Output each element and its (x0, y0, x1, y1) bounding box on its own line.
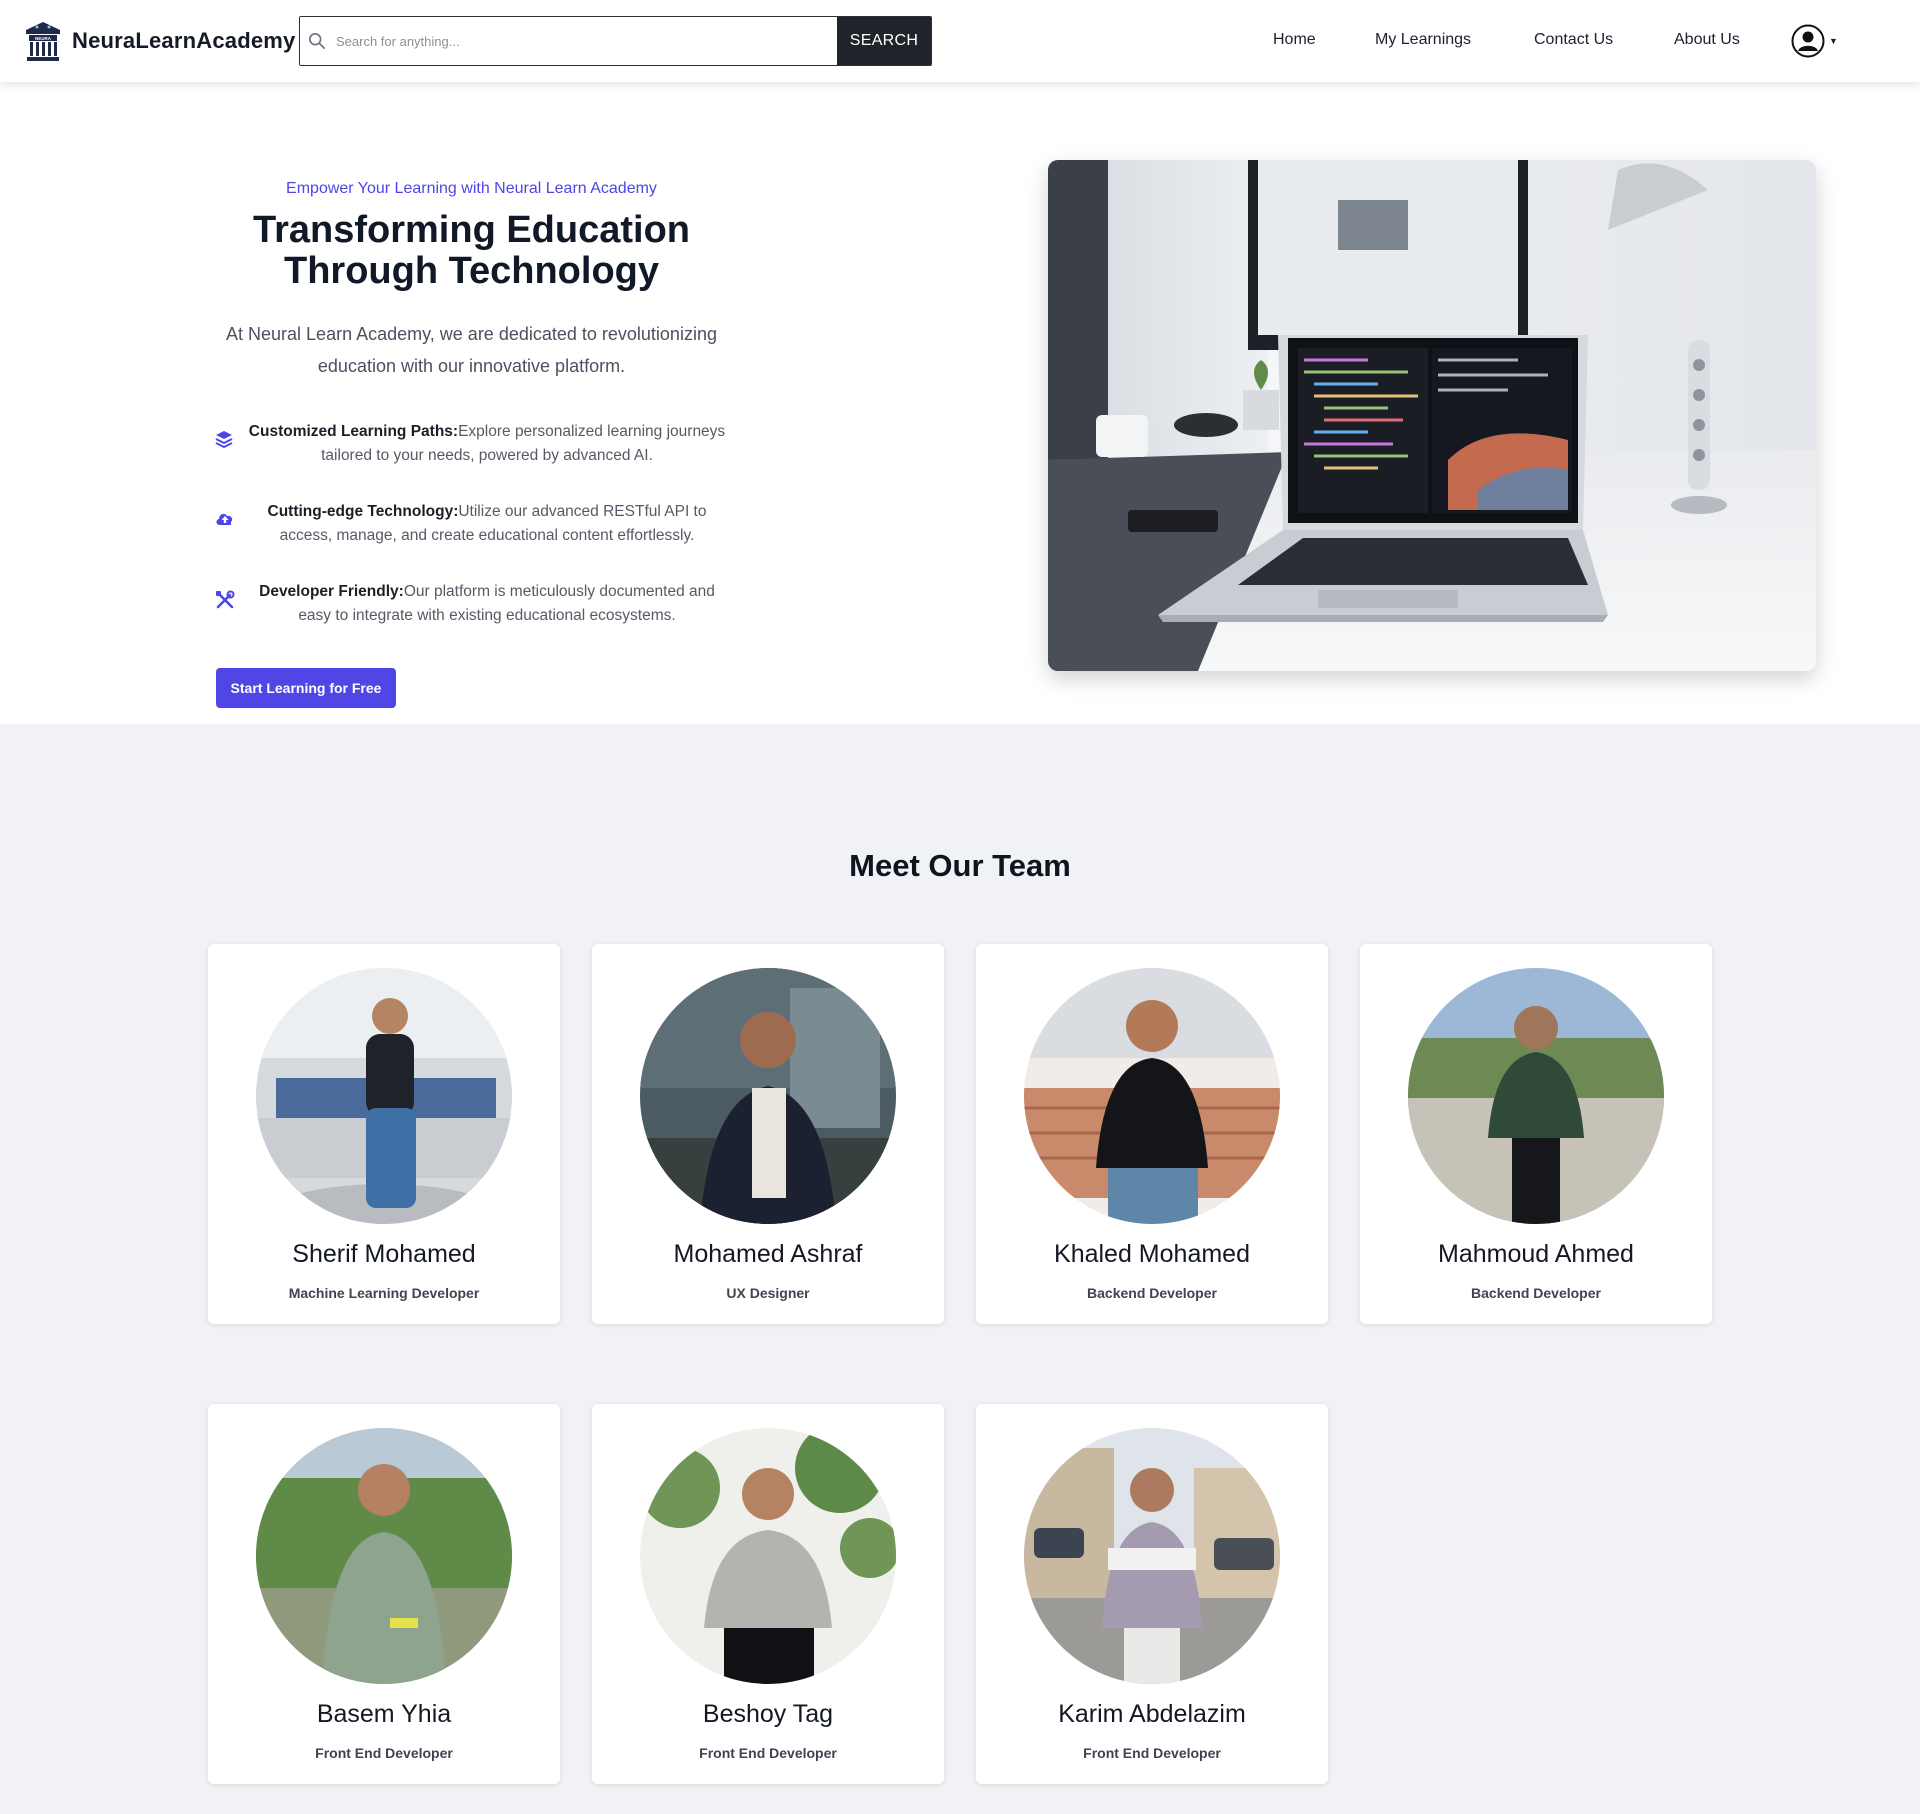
team-member-photo (1024, 1428, 1280, 1684)
cloud-upload-icon (216, 513, 233, 525)
layers-icon (215, 431, 233, 448)
team-member-name: Karim Abdelazim (1058, 1700, 1246, 1728)
brand-name: NeuraLearnAcademy (72, 28, 296, 53)
tools-icon (216, 590, 235, 609)
feature-heading: Cutting-edge Technology: (267, 503, 459, 520)
team-member-role: UX Designer (726, 1285, 810, 1301)
top-navbar: NEURA NeuraLearnAcademy SEARCH Home My L… (0, 0, 1920, 82)
team-member-name: Beshoy Tag (702, 1700, 834, 1728)
brand-home-link[interactable]: NEURA NeuraLearnAcademy (24, 20, 296, 62)
team-member-name: Mohamed Ashraf (673, 1240, 863, 1268)
team-member-card: Basem Yhia Front End Developer (208, 1404, 560, 1784)
team-member-photo (256, 968, 512, 1224)
hero-title-line-1: Transforming Education (252, 209, 691, 251)
team-member-role: Front End Developer (315, 1745, 453, 1761)
hero-description: At Neural Learn Academy, we are dedicate… (226, 324, 717, 376)
team-member-name: Mahmoud Ahmed (1438, 1240, 1634, 1268)
nav-home-link[interactable]: Home (1273, 31, 1316, 49)
team-member-photo (256, 1428, 512, 1684)
team-member-card: Mohamed Ashraf UX Designer (592, 944, 944, 1324)
feature-heading: Customized Learning Paths: (248, 423, 459, 440)
team-member-photo (1024, 968, 1280, 1224)
feature-text: Customized Learning Paths:Explore person… (243, 420, 731, 468)
team-member-name: Khaled Mohamed (1054, 1240, 1250, 1268)
team-member-role: Front End Developer (1083, 1745, 1221, 1761)
user-circle-icon (1791, 24, 1825, 58)
feature-heading: Developer Friendly: (259, 583, 404, 600)
nav-my-learnings-link[interactable]: My Learnings (1375, 31, 1471, 49)
team-member-name: Sherif Mohamed (292, 1240, 476, 1268)
feature-text: Cutting-edge Technology:Utilize our adva… (243, 500, 731, 548)
team-member-name: Basem Yhia (316, 1700, 452, 1728)
hero-title: Transforming Education Through Technolog… (170, 210, 773, 292)
feature-item: Cutting-edge Technology:Utilize our adva… (215, 500, 731, 548)
hero-workspace-image (1048, 160, 1816, 671)
nav-about-us-link[interactable]: About Us (1674, 31, 1740, 49)
team-member-card: Khaled Mohamed Backend Developer (976, 944, 1328, 1324)
academy-logo-icon: NEURA (26, 22, 60, 61)
search-input[interactable] (336, 33, 837, 49)
search-field-wrapper[interactable] (300, 17, 837, 65)
search-bar: SEARCH (299, 16, 932, 66)
start-learning-button[interactable]: Start Learning for Free (216, 668, 396, 708)
search-icon (308, 32, 326, 50)
search-button[interactable]: SEARCH (837, 17, 931, 65)
team-member-photo (1408, 968, 1664, 1224)
svg-text:NEURA: NEURA (35, 36, 52, 41)
team-member-photo (640, 1428, 896, 1684)
team-member-card: Karim Abdelazim Front End Developer (976, 1404, 1328, 1784)
team-member-card: Beshoy Tag Front End Developer (592, 1404, 944, 1784)
team-member-photo (640, 968, 896, 1224)
chevron-down-icon: ▼ (1829, 36, 1838, 46)
hero-section: Empower Your Learning with Neural Learn … (0, 82, 1920, 724)
team-member-role: Backend Developer (1087, 1285, 1217, 1301)
nav-contact-us-link[interactable]: Contact Us (1534, 31, 1613, 49)
team-member-card: Sherif Mohamed Machine Learning Develope… (208, 944, 560, 1324)
feature-item: Customized Learning Paths:Explore person… (215, 420, 731, 468)
profile-menu-toggle[interactable]: ▼ (1791, 24, 1838, 58)
feature-text: Developer Friendly:Our platform is metic… (243, 580, 731, 628)
feature-item: Developer Friendly:Our platform is metic… (215, 580, 731, 628)
team-member-role: Machine Learning Developer (288, 1285, 480, 1301)
laptop-desk-illustration (1048, 160, 1816, 671)
hero-title-line-2: Through Technology (283, 250, 660, 292)
hero-eyebrow: Empower Your Learning with Neural Learn … (286, 180, 657, 197)
team-member-role: Backend Developer (1471, 1285, 1601, 1301)
team-member-role: Front End Developer (699, 1745, 837, 1761)
team-section-title: Meet Our Team (849, 848, 1071, 883)
team-member-card: Mahmoud Ahmed Backend Developer (1360, 944, 1712, 1324)
